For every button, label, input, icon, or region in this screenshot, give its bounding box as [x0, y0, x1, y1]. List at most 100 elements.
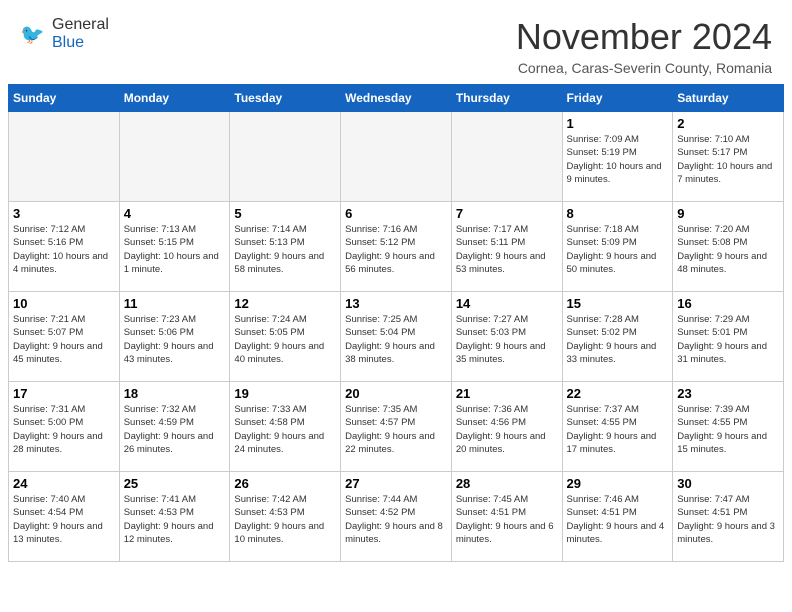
- day-number: 22: [567, 386, 669, 401]
- calendar-day-cell: [451, 112, 562, 202]
- logo-general-text: General: [52, 16, 109, 33]
- calendar-day-cell: 4 Sunrise: 7:13 AMSunset: 5:15 PMDaylight…: [119, 202, 230, 292]
- calendar-day-cell: 16 Sunrise: 7:29 AMSunset: 5:01 PMDayligh…: [673, 292, 784, 382]
- calendar-day-cell: 23 Sunrise: 7:39 AMSunset: 4:55 PMDayligh…: [673, 382, 784, 472]
- calendar-day-cell: 27 Sunrise: 7:44 AMSunset: 4:52 PMDayligh…: [341, 472, 452, 562]
- svg-text:🐦: 🐦: [20, 24, 44, 46]
- day-info: Sunrise: 7:13 AMSunset: 5:15 PMDaylight:…: [124, 223, 226, 276]
- day-info: Sunrise: 7:44 AMSunset: 4:52 PMDaylight:…: [345, 493, 447, 546]
- calendar-day-cell: 15Sunrise: 7:28 AMSunset: 5:02 PMDayligh…: [562, 292, 673, 382]
- day-number: 7: [456, 206, 558, 221]
- day-info: Sunrise: 7:47 AMSunset: 4:51 PMDaylight:…: [677, 493, 779, 546]
- day-info: Sunrise: 7:27 AMSunset: 5:03 PMDaylight:…: [456, 313, 558, 366]
- calendar-day-cell: 17Sunrise: 7:31 AMSunset: 5:00 PMDayligh…: [9, 382, 120, 472]
- calendar-day-cell: 11 Sunrise: 7:23 AMSunset: 5:06 PMDayligh…: [119, 292, 230, 382]
- day-info: Sunrise: 7:21 AMSunset: 5:07 PMDaylight:…: [13, 313, 115, 366]
- day-number: 17: [13, 386, 115, 401]
- calendar-day-cell: 12 Sunrise: 7:24 AMSunset: 5:05 PMDayligh…: [230, 292, 341, 382]
- calendar-day-cell: 8 Sunrise: 7:18 AMSunset: 5:09 PMDaylight…: [562, 202, 673, 292]
- day-number: 28: [456, 476, 558, 491]
- calendar-day-cell: 24 Sunrise: 7:40 AMSunset: 4:54 PMDayligh…: [9, 472, 120, 562]
- day-number: 2: [677, 116, 779, 131]
- day-info: Sunrise: 7:39 AMSunset: 4:55 PMDaylight:…: [677, 403, 779, 456]
- day-number: 10: [13, 296, 115, 311]
- day-info: Sunrise: 7:40 AMSunset: 4:54 PMDaylight:…: [13, 493, 115, 546]
- day-info: Sunrise: 7:42 AMSunset: 4:53 PMDaylight:…: [234, 493, 336, 546]
- calendar-day-cell: 30Sunrise: 7:47 AMSunset: 4:51 PMDayligh…: [673, 472, 784, 562]
- day-number: 23: [677, 386, 779, 401]
- calendar-day-cell: 25Sunrise: 7:41 AMSunset: 4:53 PMDayligh…: [119, 472, 230, 562]
- day-number: 24: [13, 476, 115, 491]
- calendar-day-cell: 21 Sunrise: 7:36 AMSunset: 4:56 PMDayligh…: [451, 382, 562, 472]
- logo-icon: 🐦: [20, 20, 48, 48]
- day-number: 9: [677, 206, 779, 221]
- calendar-day-header: Tuesday: [230, 85, 341, 112]
- day-number: 4: [124, 206, 226, 221]
- day-number: 11: [124, 296, 226, 311]
- day-number: 16: [677, 296, 779, 311]
- location-text: Cornea, Caras-Severin County, Romania: [516, 60, 772, 76]
- day-info: Sunrise: 7:29 AMSunset: 5:01 PMDaylight:…: [677, 313, 779, 366]
- day-number: 21: [456, 386, 558, 401]
- logo: 🐦 General Blue: [20, 16, 109, 52]
- day-info: Sunrise: 7:36 AMSunset: 4:56 PMDaylight:…: [456, 403, 558, 456]
- day-info: Sunrise: 7:20 AMSunset: 5:08 PMDaylight:…: [677, 223, 779, 276]
- calendar-day-cell: 26 Sunrise: 7:42 AMSunset: 4:53 PMDayligh…: [230, 472, 341, 562]
- calendar-day-header: Friday: [562, 85, 673, 112]
- day-info: Sunrise: 7:10 AMSunset: 5:17 PMDaylight:…: [677, 133, 779, 186]
- calendar-day-header: Saturday: [673, 85, 784, 112]
- day-info: Sunrise: 7:46 AMSunset: 4:51 PMDaylight:…: [567, 493, 669, 546]
- calendar-day-cell: 20 Sunrise: 7:35 AMSunset: 4:57 PMDayligh…: [341, 382, 452, 472]
- calendar-day-cell: 19Sunrise: 7:33 AMSunset: 4:58 PMDayligh…: [230, 382, 341, 472]
- day-number: 3: [13, 206, 115, 221]
- day-number: 18: [124, 386, 226, 401]
- calendar-day-cell: [119, 112, 230, 202]
- calendar-day-cell: [341, 112, 452, 202]
- day-number: 13: [345, 296, 447, 311]
- calendar-day-cell: 14 Sunrise: 7:27 AMSunset: 5:03 PMDayligh…: [451, 292, 562, 382]
- day-info: Sunrise: 7:45 AMSunset: 4:51 PMDaylight:…: [456, 493, 558, 546]
- day-info: Sunrise: 7:32 AMSunset: 4:59 PMDaylight:…: [124, 403, 226, 456]
- day-info: Sunrise: 7:37 AMSunset: 4:55 PMDaylight:…: [567, 403, 669, 456]
- day-info: Sunrise: 7:24 AMSunset: 5:05 PMDaylight:…: [234, 313, 336, 366]
- calendar-day-header: Thursday: [451, 85, 562, 112]
- day-number: 27: [345, 476, 447, 491]
- day-info: Sunrise: 7:12 AMSunset: 5:16 PMDaylight:…: [13, 223, 115, 276]
- calendar-week-row: 1Sunrise: 7:09 AMSunset: 5:19 PMDaylight…: [9, 112, 784, 202]
- day-number: 12: [234, 296, 336, 311]
- day-number: 8: [567, 206, 669, 221]
- calendar-week-row: 3 Sunrise: 7:12 AMSunset: 5:16 PMDaylight…: [9, 202, 784, 292]
- calendar-week-row: 24 Sunrise: 7:40 AMSunset: 4:54 PMDayligh…: [9, 472, 784, 562]
- day-info: Sunrise: 7:25 AMSunset: 5:04 PMDaylight:…: [345, 313, 447, 366]
- calendar-day-cell: 22 Sunrise: 7:37 AMSunset: 4:55 PMDayligh…: [562, 382, 673, 472]
- day-number: 20: [345, 386, 447, 401]
- day-number: 14: [456, 296, 558, 311]
- day-number: 19: [234, 386, 336, 401]
- day-info: Sunrise: 7:14 AMSunset: 5:13 PMDaylight:…: [234, 223, 336, 276]
- day-info: Sunrise: 7:35 AMSunset: 4:57 PMDaylight:…: [345, 403, 447, 456]
- calendar-day-cell: 9 Sunrise: 7:20 AMSunset: 5:08 PMDaylight…: [673, 202, 784, 292]
- calendar-day-header: Monday: [119, 85, 230, 112]
- day-number: 15: [567, 296, 669, 311]
- day-info: Sunrise: 7:18 AMSunset: 5:09 PMDaylight:…: [567, 223, 669, 276]
- day-info: Sunrise: 7:41 AMSunset: 4:53 PMDaylight:…: [124, 493, 226, 546]
- day-info: Sunrise: 7:23 AMSunset: 5:06 PMDaylight:…: [124, 313, 226, 366]
- day-number: 26: [234, 476, 336, 491]
- calendar-table: SundayMondayTuesdayWednesdayThursdayFrid…: [8, 84, 784, 562]
- calendar-day-cell: 3 Sunrise: 7:12 AMSunset: 5:16 PMDaylight…: [9, 202, 120, 292]
- day-number: 5: [234, 206, 336, 221]
- calendar-day-cell: [9, 112, 120, 202]
- calendar-header-row: SundayMondayTuesdayWednesdayThursdayFrid…: [9, 85, 784, 112]
- day-number: 1: [567, 116, 669, 131]
- day-number: 29: [567, 476, 669, 491]
- calendar-day-cell: [230, 112, 341, 202]
- day-info: Sunrise: 7:17 AMSunset: 5:11 PMDaylight:…: [456, 223, 558, 276]
- calendar-day-cell: 6 Sunrise: 7:16 AMSunset: 5:12 PMDaylight…: [341, 202, 452, 292]
- calendar-day-cell: 18 Sunrise: 7:32 AMSunset: 4:59 PMDayligh…: [119, 382, 230, 472]
- calendar-day-cell: 10 Sunrise: 7:21 AMSunset: 5:07 PMDayligh…: [9, 292, 120, 382]
- calendar-day-cell: 7 Sunrise: 7:17 AMSunset: 5:11 PMDaylight…: [451, 202, 562, 292]
- day-info: Sunrise: 7:16 AMSunset: 5:12 PMDaylight:…: [345, 223, 447, 276]
- calendar-week-row: 17Sunrise: 7:31 AMSunset: 5:00 PMDayligh…: [9, 382, 784, 472]
- day-number: 6: [345, 206, 447, 221]
- title-block: November 2024 Cornea, Caras-Severin Coun…: [516, 16, 772, 76]
